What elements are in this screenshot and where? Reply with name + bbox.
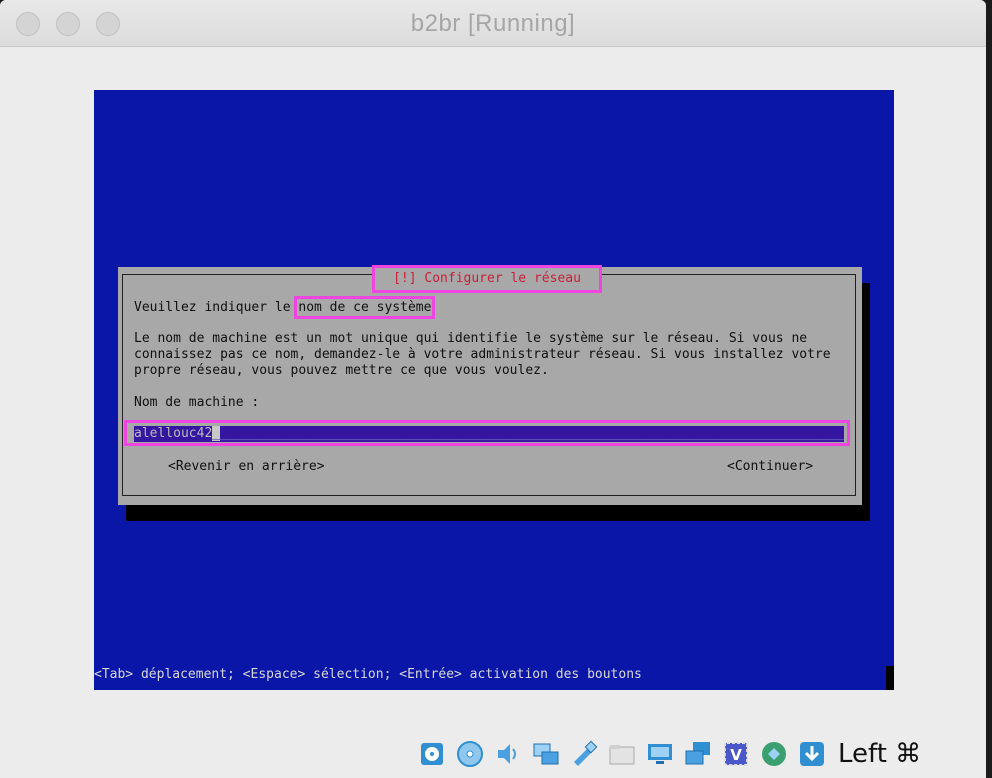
input-fill: ________________________________________… (220, 426, 844, 441)
status-bar-shadow (886, 666, 894, 690)
prompt-prefix: Veuillez indiquer le (134, 300, 299, 315)
vm-screen[interactable]: [!] Configurer le réseau Veuillez indiqu… (94, 90, 894, 690)
vm-window: b2br [Running] [!] Configurer le réseau … (0, 0, 986, 778)
description-line-1: Le nom de machine est un mot unique qui … (134, 331, 808, 346)
hostname-value: alellouc42 (134, 426, 213, 441)
shared-folder-icon[interactable] (608, 740, 636, 768)
download-icon[interactable] (798, 740, 826, 768)
hostname-input[interactable]: alellouc42______________________________… (134, 426, 844, 442)
status-tray: V Left ⌘ (418, 736, 921, 772)
audio-icon[interactable] (494, 740, 522, 768)
text-cursor: _ (212, 426, 221, 441)
back-button[interactable]: <Revenir en arrière> (168, 459, 325, 475)
prompt-line: Veuillez indiquer le nom de ce système (134, 296, 436, 319)
status-bar: <Tab> déplacement; <Espace> sélection; <… (94, 667, 642, 682)
mouse-integration-icon[interactable] (760, 740, 788, 768)
dialog-title: [!] Configurer le réseau (372, 265, 602, 293)
display-icon[interactable] (646, 740, 674, 768)
virtualbox-icon[interactable]: V (722, 740, 750, 768)
description-line-3: propre réseau, vous pouvez mettre ce que… (134, 363, 549, 378)
optical-drive-icon[interactable] (456, 740, 484, 768)
titlebar: b2br [Running] (0, 0, 986, 47)
host-key-label: Left ⌘ (838, 739, 922, 769)
hard-disk-icon[interactable] (418, 740, 446, 768)
svg-text:V: V (730, 746, 742, 764)
continue-button[interactable]: <Continuer> (727, 459, 813, 475)
screen-capture-icon[interactable] (684, 740, 712, 768)
description-line-2: connaissez pas ce nom, demandez-le à vot… (134, 347, 831, 362)
prompt-highlight: nom de ce système (294, 296, 436, 319)
usb-icon[interactable] (570, 740, 598, 768)
network-icon[interactable] (532, 740, 560, 768)
hostname-label: Nom de machine : (134, 395, 260, 410)
window-title: b2br [Running] (410, 10, 576, 37)
